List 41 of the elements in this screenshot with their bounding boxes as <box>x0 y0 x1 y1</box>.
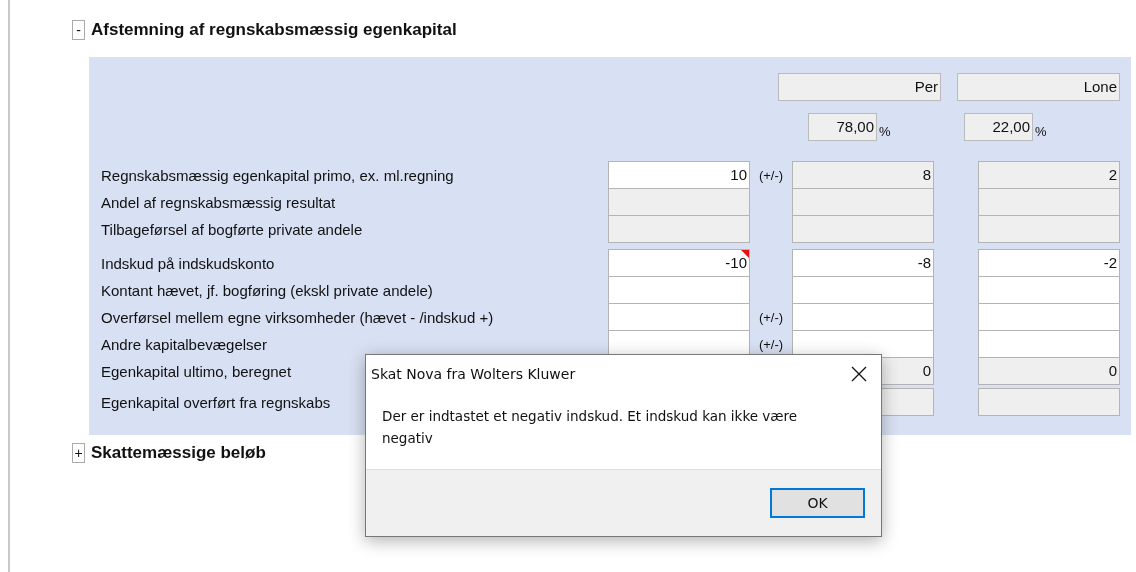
close-icon[interactable] <box>851 366 867 382</box>
share-field[interactable]: 78,00 <box>808 113 877 141</box>
section-title: Afstemning af regnskabsmæssig egenkapital <box>91 20 457 40</box>
input-field[interactable] <box>978 330 1120 358</box>
row-label: Andel af regnskabsmæssig resultat <box>101 193 336 213</box>
input-field[interactable] <box>608 303 750 331</box>
share-field[interactable]: 22,00 <box>964 113 1033 141</box>
row-label: Egenkapital overført fra regnskabs <box>101 393 331 413</box>
input-field: 8 <box>792 161 934 189</box>
percent-unit: % <box>879 124 891 139</box>
input-field[interactable]: -10 <box>608 249 750 277</box>
input-field[interactable] <box>608 276 750 304</box>
row-label: Kontant hævet, jf. bogføring (ekskl private andele) <box>101 281 433 301</box>
section-title: Skattemæssige beløb <box>91 443 266 463</box>
row-label: Regnskabsmæssig egenkapital primo, ex. ml.regning <box>101 166 454 186</box>
input-field[interactable] <box>792 303 934 331</box>
input-field[interactable]: -2 <box>978 249 1120 277</box>
dialog-message: Der er indtastet et negativ indskud. Et indskud kan ikke være negativ <box>381 407 799 448</box>
row-label: Overførsel mellem egne virksomheder (hævet - /indskud +) <box>101 308 494 328</box>
input-field: 2 <box>978 161 1120 189</box>
percent-unit: % <box>1035 124 1047 139</box>
input-field: 0 <box>978 357 1120 385</box>
input-field[interactable] <box>978 276 1120 304</box>
input-field[interactable] <box>978 303 1120 331</box>
dialog-title: Skat Nova fra Wolters Kluwer <box>371 366 576 382</box>
row-label: Andre kapitalbevægelser <box>101 335 267 355</box>
sign-hint: (+/-) <box>758 167 784 183</box>
sign-hint: (+/-) <box>758 336 784 352</box>
person-name-field: Per <box>778 73 941 101</box>
sign-hint: (+/-) <box>758 309 784 325</box>
ok-button[interactable]: OK <box>770 488 865 518</box>
person-name-field: Lone <box>957 73 1120 101</box>
input-field[interactable]: 10 <box>608 161 750 189</box>
collapse-toggle[interactable]: - <box>72 20 85 40</box>
input-field[interactable] <box>792 330 934 358</box>
row-label: Egenkapital ultimo, beregnet <box>101 362 292 382</box>
input-field[interactable] <box>792 276 934 304</box>
input-field[interactable]: -8 <box>792 249 934 277</box>
row-label: Indskud på indskudskonto <box>101 254 275 274</box>
row-label: Tilbageførsel af bogførte private andele <box>101 220 363 240</box>
expand-toggle[interactable]: + <box>72 443 85 463</box>
